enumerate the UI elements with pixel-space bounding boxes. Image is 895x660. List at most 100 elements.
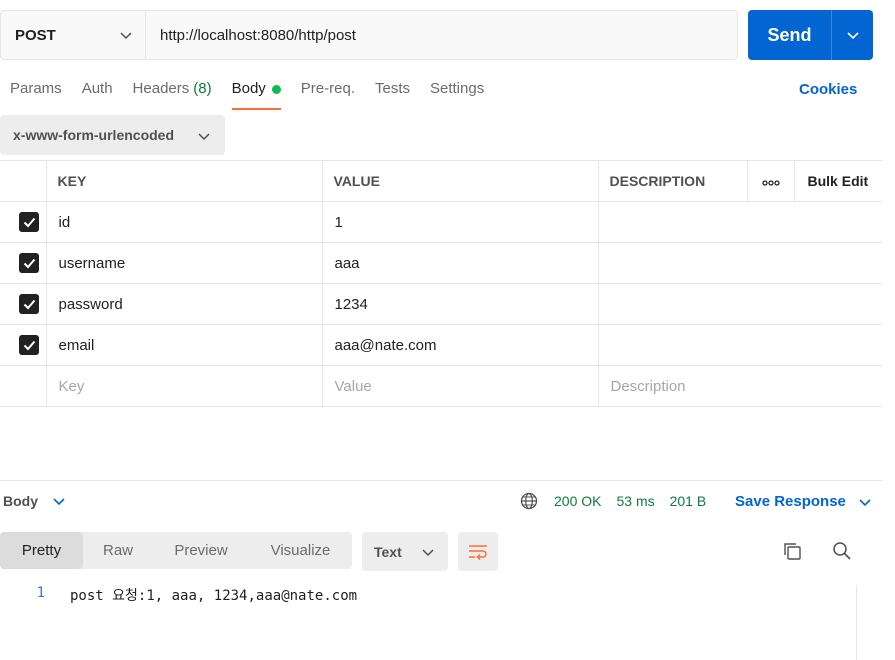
check-icon: [23, 299, 35, 309]
key-cell[interactable]: email: [45, 324, 323, 366]
tab-tests[interactable]: Tests: [375, 80, 410, 110]
tab-pre-request[interactable]: Pre-req.: [301, 80, 355, 110]
save-response-label: Save Response: [735, 493, 846, 510]
wrap-lines-button[interactable]: [458, 532, 498, 571]
response-scrollbar[interactable]: [856, 585, 874, 660]
url-text: http://localhost:8080/http/post: [160, 26, 356, 44]
tab-label: Params: [10, 80, 62, 97]
check-icon: [23, 340, 35, 350]
table-header-row: KEY VALUE DESCRIPTION Bulk Edit: [0, 160, 882, 202]
chevron-down-icon: [859, 498, 871, 506]
tab-label: Settings: [430, 80, 485, 97]
value-cell[interactable]: aaa@nate.com: [321, 324, 599, 366]
value-header: VALUE: [321, 160, 599, 202]
row-checkbox-cell: [0, 201, 47, 243]
format-label: Text: [374, 543, 402, 560]
tab-label: Auth: [81, 80, 113, 97]
line-number: 1: [36, 585, 45, 601]
wrap-lines-icon: [469, 544, 487, 560]
chevron-down-icon: [422, 549, 434, 557]
code-line[interactable]: post 요청:1, aaa, 1234,aaa@nate.com: [70, 585, 357, 605]
response-meta: 200 OK 53 ms 201 B: [520, 492, 721, 510]
tab-settings[interactable]: Settings: [430, 80, 484, 110]
key-placeholder[interactable]: Key: [45, 365, 323, 407]
more-options-button[interactable]: [746, 160, 795, 202]
tab-pretty[interactable]: Pretty: [0, 532, 83, 569]
description-header: DESCRIPTION: [597, 160, 748, 202]
globe-icon[interactable]: [520, 492, 538, 510]
tab-visualize[interactable]: Visualize: [249, 532, 352, 569]
tab-label: Tests: [374, 80, 410, 97]
headers-count: (8): [193, 80, 212, 97]
form-params-table: KEY VALUE DESCRIPTION Bulk Edit id 1 use…: [0, 160, 882, 407]
description-cell[interactable]: [597, 242, 882, 284]
chevron-down-icon: [846, 32, 859, 40]
table-row: id 1: [0, 201, 882, 243]
format-select[interactable]: Text: [362, 532, 448, 571]
status-code[interactable]: 200 OK: [554, 493, 601, 509]
row-checkbox[interactable]: [19, 335, 39, 355]
tab-body[interactable]: Body: [231, 80, 282, 110]
response-section-select[interactable]: Body: [3, 493, 66, 509]
row-checkbox[interactable]: [19, 212, 39, 232]
send-button-group: Send: [748, 10, 873, 60]
body-type-select[interactable]: x-www-form-urlencoded: [0, 115, 225, 155]
row-checkbox-cell: [0, 283, 47, 325]
value-cell[interactable]: aaa: [321, 242, 599, 284]
save-response-button[interactable]: Save Response: [735, 493, 872, 510]
chevron-down-icon: [53, 498, 65, 506]
send-options-button[interactable]: [832, 10, 873, 60]
response-time[interactable]: 53 ms: [616, 493, 654, 509]
key-header: KEY: [45, 160, 323, 202]
description-cell[interactable]: [597, 201, 882, 243]
copy-button[interactable]: [782, 541, 802, 565]
check-icon: [23, 258, 35, 268]
key-cell[interactable]: id: [45, 201, 323, 243]
response-size[interactable]: 201 B: [670, 493, 707, 509]
description-cell[interactable]: [597, 283, 882, 325]
request-tabs: Params Auth Headers (8) Body Pre-req. Tes…: [10, 80, 504, 110]
bulk-edit-button[interactable]: Bulk Edit: [793, 160, 882, 202]
search-button[interactable]: [832, 541, 852, 565]
search-icon: [833, 542, 851, 560]
cookies-link[interactable]: Cookies: [799, 81, 857, 98]
request-url-bar: POST http://localhost:8080/http/post: [0, 10, 738, 60]
section-divider: [0, 480, 882, 481]
checkbox-header: [0, 160, 47, 202]
description-cell[interactable]: [597, 324, 882, 366]
more-horizontal-icon: [761, 180, 780, 186]
table-row: password 1234: [0, 283, 882, 325]
body-active-dot-icon: [271, 85, 281, 94]
tab-params[interactable]: Params: [10, 80, 62, 110]
method-select[interactable]: POST: [1, 11, 146, 59]
key-cell[interactable]: username: [45, 242, 323, 284]
row-checkbox-cell: [0, 324, 47, 366]
row-checkbox-cell: [0, 242, 47, 284]
table-row-new: Key Value Description: [0, 365, 882, 407]
value-placeholder[interactable]: Value: [321, 365, 599, 407]
chevron-down-icon: [198, 133, 210, 141]
tab-label: Body: [231, 80, 266, 97]
tab-label: Headers: [132, 80, 190, 97]
body-type-label: x-www-form-urlencoded: [13, 127, 175, 143]
response-view-tabs: Pretty Raw Preview Visualize: [0, 532, 352, 569]
copy-icon: [784, 543, 801, 560]
table-row: username aaa: [0, 242, 882, 284]
response-section-label: Body: [3, 493, 38, 509]
send-button[interactable]: Send: [748, 10, 832, 60]
row-checkbox[interactable]: [19, 253, 39, 273]
key-cell[interactable]: password: [45, 283, 323, 325]
check-icon: [23, 217, 35, 227]
tab-preview[interactable]: Preview: [153, 532, 249, 569]
tab-headers[interactable]: Headers (8): [133, 80, 212, 110]
url-input[interactable]: http://localhost:8080/http/post: [146, 11, 737, 59]
tab-auth[interactable]: Auth: [82, 80, 113, 110]
description-placeholder[interactable]: Description: [597, 365, 882, 407]
row-checkbox[interactable]: [19, 294, 39, 314]
table-row: email aaa@nate.com: [0, 324, 882, 366]
chevron-down-icon: [120, 32, 132, 40]
value-cell[interactable]: 1: [321, 201, 599, 243]
tab-label: Pre-req.: [300, 80, 355, 97]
tab-raw[interactable]: Raw: [83, 532, 153, 569]
value-cell[interactable]: 1234: [321, 283, 599, 325]
